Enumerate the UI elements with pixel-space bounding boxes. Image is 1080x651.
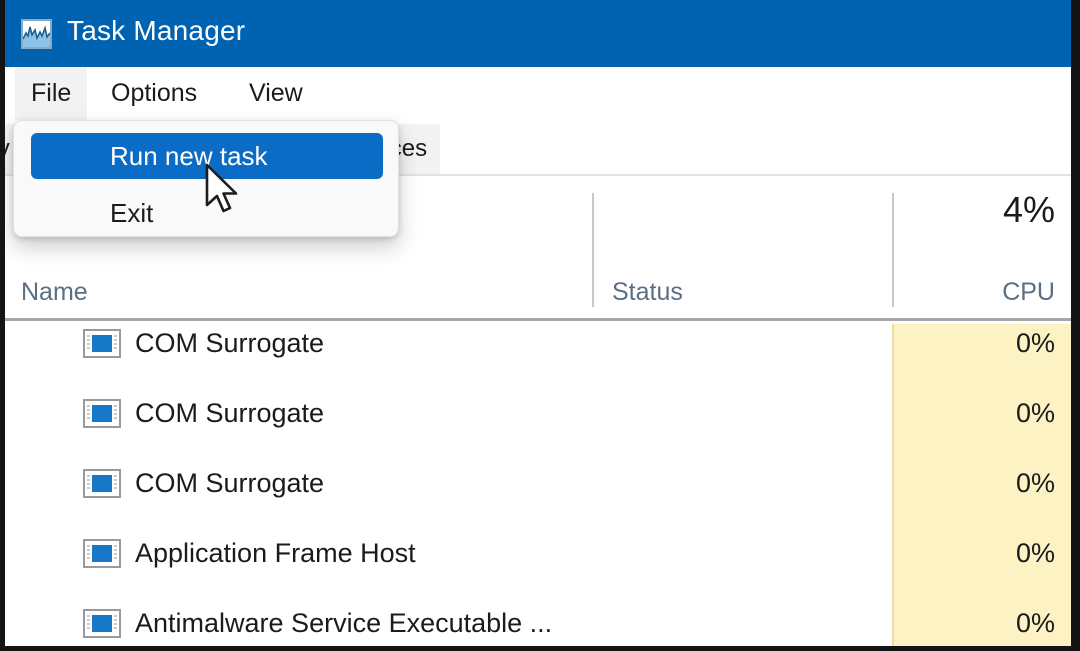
process-name: Application Frame Host: [135, 535, 416, 571]
menu-option-run-new-task[interactable]: Run new task: [31, 133, 383, 179]
menu-bar: File Options View: [5, 67, 1071, 120]
file-dropdown-menu: Run new task Exit: [13, 120, 399, 237]
process-name: COM Surrogate: [135, 465, 324, 501]
column-divider-status[interactable]: [592, 193, 594, 307]
table-row[interactable]: Antimalware Service Executable ... 0%: [5, 588, 1071, 646]
process-list[interactable]: COM Surrogate 0% COM Surrogate: [5, 324, 1071, 646]
process-name: Antimalware Service Executable ...: [135, 605, 552, 641]
table-row[interactable]: COM Surrogate 0%: [5, 448, 1071, 518]
app-window-icon: [83, 539, 121, 568]
process-name: COM Surrogate: [135, 395, 324, 431]
menu-option-exit[interactable]: Exit: [31, 190, 383, 236]
task-manager-chart-icon: [21, 19, 52, 49]
menu-item-options[interactable]: Options: [95, 67, 213, 120]
process-cpu: 0%: [1016, 325, 1055, 361]
table-header-rule: [5, 318, 1071, 321]
process-cpu: 0%: [1016, 605, 1055, 641]
title-bar: Task Manager: [5, 0, 1071, 67]
table-row[interactable]: COM Surrogate 0%: [5, 378, 1071, 448]
column-header-name[interactable]: Name: [21, 278, 88, 307]
column-divider-cpu[interactable]: [892, 193, 894, 307]
task-manager-window: Task Manager File Options View p history…: [0, 0, 1080, 651]
window-title: Task Manager: [67, 15, 245, 47]
table-row[interactable]: COM Surrogate 0%: [5, 324, 1071, 378]
column-header-cpu[interactable]: CPU: [1002, 278, 1055, 307]
menu-item-view[interactable]: View: [233, 67, 319, 120]
process-name: COM Surrogate: [135, 325, 324, 361]
cpu-total-usage: 4%: [1003, 189, 1055, 231]
app-window-icon: [83, 399, 121, 428]
process-cpu: 0%: [1016, 535, 1055, 571]
table-row[interactable]: Application Frame Host 0%: [5, 518, 1071, 588]
column-header-status[interactable]: Status: [612, 278, 683, 307]
app-window-icon: [83, 609, 121, 638]
app-window-icon: [83, 329, 121, 358]
menu-item-file[interactable]: File: [15, 67, 87, 120]
process-cpu: 0%: [1016, 465, 1055, 501]
process-cpu: 0%: [1016, 395, 1055, 431]
app-window-icon: [83, 469, 121, 498]
